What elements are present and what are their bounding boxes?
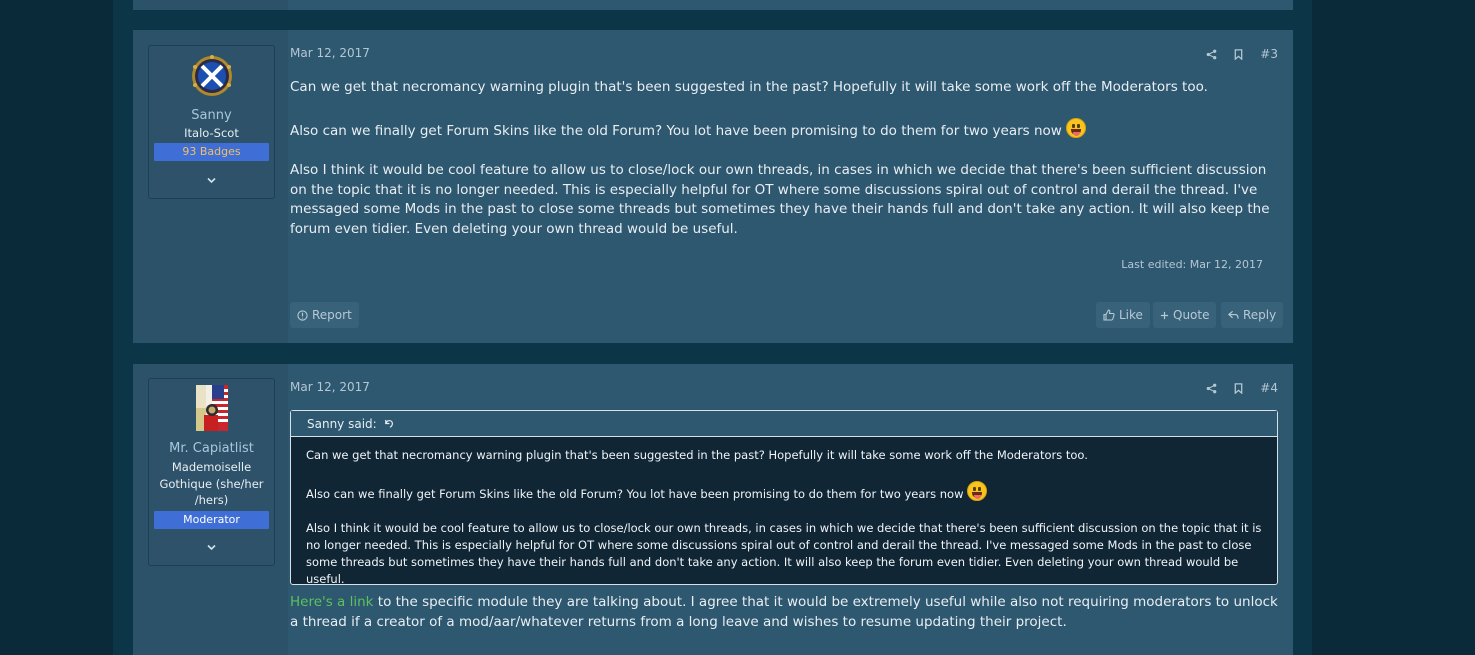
- user-card: Sanny Italo-Scot 93 Badges: [148, 45, 275, 199]
- share-icon[interactable]: [1206, 49, 1217, 60]
- post-date[interactable]: Mar 12, 2017: [290, 46, 370, 60]
- like-label: Like: [1119, 308, 1143, 322]
- user-title: Italo-Scot: [184, 126, 239, 140]
- thumbs-up-icon: [1103, 309, 1115, 321]
- flag-collage-avatar-icon: [195, 385, 228, 431]
- expand-user-button[interactable]: [149, 541, 274, 554]
- saltire-crest-avatar-icon: [191, 55, 232, 96]
- grinning-tongue-emoji: [967, 481, 988, 501]
- quote-header[interactable]: Sanny said:: [291, 411, 1277, 437]
- post-paragraph: Here's a link to the specific module the…: [290, 594, 1278, 630]
- user-title: Mademoiselle Gothique (she/her /hers): [159, 460, 264, 507]
- grinning-tongue-emoji: [1065, 117, 1086, 138]
- username[interactable]: Mr. Capiatlist: [149, 441, 274, 456]
- quote-label: Quote: [1173, 308, 1210, 322]
- avatar[interactable]: [195, 385, 228, 431]
- reply-button[interactable]: Reply: [1221, 302, 1284, 328]
- previous-post-tail: [133, 0, 1293, 10]
- post-actions: #3: [1206, 47, 1278, 61]
- quote-paragraph: Also can we finally get Forum Skins like…: [306, 481, 1262, 503]
- plus-icon: [1160, 311, 1169, 319]
- post-4: Mr. Capiatlist Mademoiselle Gothique (sh…: [133, 364, 1293, 655]
- module-link[interactable]: Here's a link: [290, 594, 374, 610]
- quote-paragraph: Also I think it would be cool feature to…: [306, 521, 1262, 586]
- post-3: Sanny Italo-Scot 93 Badges Mar 12, 2017 …: [133, 30, 1293, 343]
- post-paragraph: Can we get that necromancy warning plugi…: [290, 79, 1208, 95]
- quote-body: Can we get that necromancy warning plugi…: [291, 437, 1277, 596]
- last-edited[interactable]: Last edited: Mar 12, 2017: [1121, 258, 1263, 271]
- post-body: Here's a link to the specific module the…: [290, 593, 1280, 632]
- jump-back-icon[interactable]: [383, 418, 394, 429]
- post-number[interactable]: #4: [1260, 381, 1278, 395]
- like-button[interactable]: Like: [1096, 302, 1150, 328]
- reply-icon: [1228, 310, 1239, 319]
- expand-user-button[interactable]: [149, 174, 274, 187]
- post-paragraph: Also I think it would be cool feature to…: [290, 162, 1270, 237]
- chevron-down-icon: [207, 544, 216, 551]
- user-card: Mr. Capiatlist Mademoiselle Gothique (sh…: [148, 378, 275, 566]
- quote-paragraph: Can we get that necromancy warning plugi…: [306, 448, 1088, 462]
- share-icon[interactable]: [1206, 383, 1217, 394]
- report-button[interactable]: Report: [290, 302, 359, 328]
- post-actions: #4: [1206, 381, 1278, 395]
- quote-block: Sanny said: Can we get that necromancy w…: [290, 410, 1278, 586]
- post-body: Can we get that necromancy warning plugi…: [290, 78, 1280, 239]
- chevron-down-icon: [207, 177, 216, 184]
- username[interactable]: Sanny: [149, 108, 274, 123]
- moderator-badge: Moderator: [154, 511, 269, 529]
- report-icon: [297, 309, 308, 321]
- post-date[interactable]: Mar 12, 2017: [290, 380, 370, 394]
- post-paragraph: Also can we finally get Forum Skins like…: [290, 117, 1280, 142]
- quote-button[interactable]: Quote: [1153, 302, 1217, 328]
- quote-author: Sanny said:: [307, 416, 377, 431]
- reply-label: Reply: [1243, 308, 1277, 322]
- bookmark-icon[interactable]: [1233, 382, 1244, 394]
- badges-count[interactable]: 93 Badges: [154, 143, 269, 161]
- report-label: Report: [312, 308, 352, 322]
- bookmark-icon[interactable]: [1233, 48, 1244, 60]
- avatar[interactable]: [190, 55, 234, 97]
- post-number[interactable]: #3: [1260, 47, 1278, 61]
